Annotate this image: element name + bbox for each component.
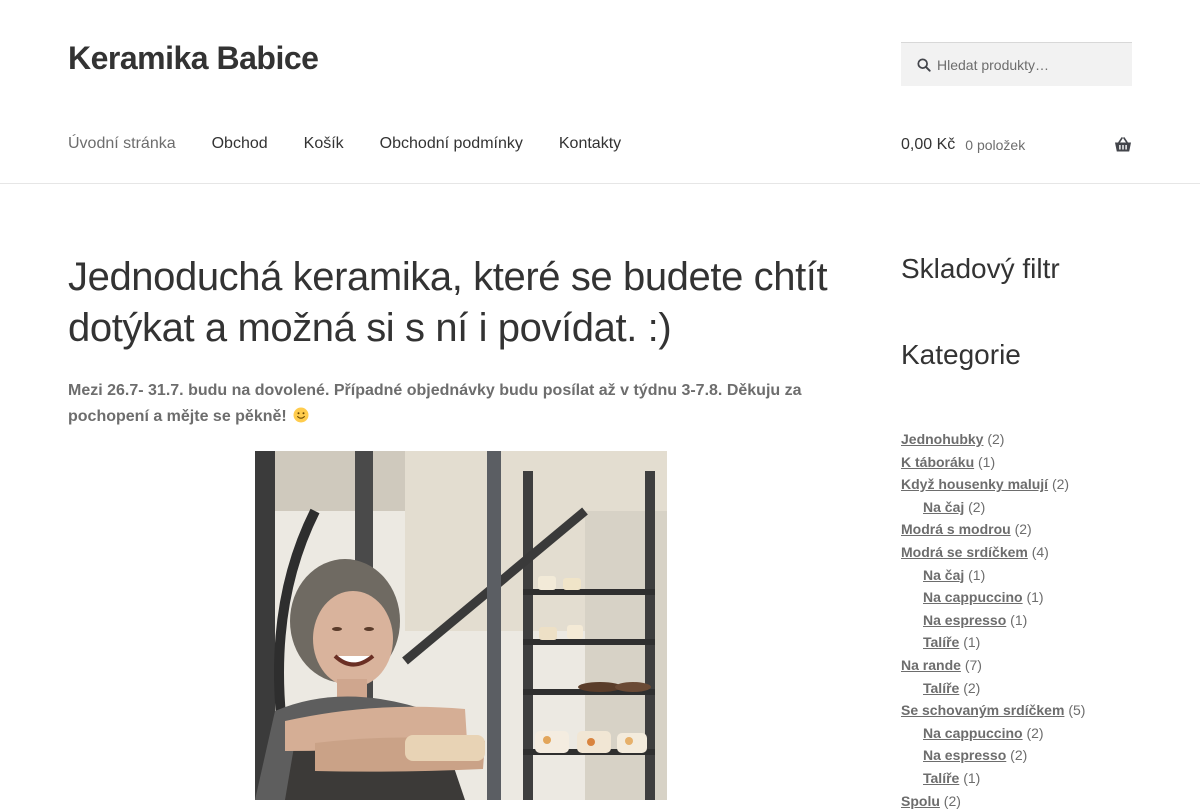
category-count: (2) bbox=[987, 431, 1004, 447]
stock-filter-title: Skladový filtr bbox=[901, 252, 1161, 286]
subcategory-item: Talíře (1) bbox=[901, 767, 1161, 790]
category-list: Jednohubky (2) K táboráku (1) Když house… bbox=[901, 428, 1161, 812]
main-navigation: Úvodní stránka Obchod Košík Obchodní pod… bbox=[68, 134, 657, 154]
basket-icon bbox=[1114, 137, 1132, 153]
search-input[interactable] bbox=[937, 57, 1127, 73]
category-item: K táboráku (1) bbox=[901, 451, 1161, 474]
category-link[interactable]: K táboráku bbox=[901, 454, 974, 470]
cart-amount: 0,00 Kč bbox=[901, 136, 955, 154]
category-count: (1) bbox=[1010, 612, 1027, 628]
header-cart[interactable]: 0,00 Kč 0 položek bbox=[901, 134, 1132, 156]
category-count: (1) bbox=[963, 770, 980, 786]
category-count: (2) bbox=[944, 793, 961, 809]
category-count: (2) bbox=[1052, 476, 1069, 492]
category-count: (2) bbox=[1026, 725, 1043, 741]
main-content: Jednoduchá keramika, které se budete cht… bbox=[68, 252, 858, 430]
subcategory-link[interactable]: Talíře bbox=[923, 680, 959, 696]
nav-item-shop[interactable]: Obchod bbox=[212, 134, 268, 154]
vacation-notice-text: Mezi 26.7- 31.7. budu na dovolené. Přípa… bbox=[68, 382, 802, 425]
vacation-notice: Mezi 26.7- 31.7. budu na dovolené. Přípa… bbox=[68, 378, 828, 430]
subcategory-item: Talíře (2) bbox=[901, 677, 1161, 700]
category-count: (5) bbox=[1068, 702, 1085, 718]
category-item: Jednohubky (2) bbox=[901, 428, 1161, 451]
category-count: (1) bbox=[963, 634, 980, 650]
subcategory-link[interactable]: Na cappuccino bbox=[923, 725, 1023, 741]
potter-photo-image bbox=[255, 451, 667, 800]
category-link[interactable]: Když housenky malují bbox=[901, 476, 1048, 492]
category-item: Spolu (2) bbox=[901, 790, 1161, 812]
category-count: (2) bbox=[963, 680, 980, 696]
category-link[interactable]: Spolu bbox=[901, 793, 940, 809]
site-title-link[interactable]: Keramika Babice bbox=[68, 40, 318, 77]
category-item: Se schovaným srdíčkem (5) bbox=[901, 699, 1161, 722]
subcategory-link[interactable]: Na espresso bbox=[923, 612, 1006, 628]
subcategory-item: Na čaj (1) bbox=[901, 564, 1161, 587]
subcategory-link[interactable]: Na espresso bbox=[923, 747, 1006, 763]
category-link[interactable]: Se schovaným srdíčkem bbox=[901, 702, 1064, 718]
cart-count: 0 položek bbox=[965, 137, 1025, 153]
subcategory-link[interactable]: Talíře bbox=[923, 634, 959, 650]
category-link[interactable]: Modrá se srdíčkem bbox=[901, 544, 1028, 560]
subcategory-item: Na čaj (2) bbox=[901, 496, 1161, 519]
subcategory-item: Talíře (1) bbox=[901, 631, 1161, 654]
subcategory-link[interactable]: Talíře bbox=[923, 770, 959, 786]
category-link[interactable]: Modrá s modrou bbox=[901, 521, 1011, 537]
nav-item-cart[interactable]: Košík bbox=[304, 134, 344, 154]
category-count: (2) bbox=[1010, 747, 1027, 763]
category-count: (1) bbox=[978, 454, 995, 470]
category-link[interactable]: Jednohubky bbox=[901, 431, 983, 447]
nav-item-home[interactable]: Úvodní stránka bbox=[68, 134, 176, 154]
subcategory-item: Na espresso (1) bbox=[901, 609, 1161, 632]
site-header: Keramika Babice Úvodní stránka Obchod Ko… bbox=[0, 0, 1200, 184]
category-link[interactable]: Na rande bbox=[901, 657, 961, 673]
search-box[interactable] bbox=[901, 42, 1132, 86]
sidebar: Skladový filtr Kategorie Jednohubky (2) … bbox=[901, 252, 1161, 812]
subcategory-item: Na cappuccino (1) bbox=[901, 586, 1161, 609]
category-count: (2) bbox=[968, 499, 985, 515]
subcategory-link[interactable]: Na čaj bbox=[923, 499, 964, 515]
category-item: Na rande (7) bbox=[901, 654, 1161, 677]
subcategory-item: Na espresso (2) bbox=[901, 744, 1161, 767]
category-item: Modrá se srdíčkem (4) bbox=[901, 541, 1161, 564]
smiley-icon bbox=[293, 407, 309, 423]
nav-item-terms[interactable]: Obchodní podmínky bbox=[380, 134, 523, 154]
category-count: (2) bbox=[1015, 521, 1032, 537]
subcategory-link[interactable]: Na čaj bbox=[923, 567, 964, 583]
category-count: (7) bbox=[965, 657, 982, 673]
category-count: (4) bbox=[1032, 544, 1049, 560]
categories-title: Kategorie bbox=[901, 338, 1161, 372]
search-icon bbox=[917, 58, 931, 72]
page-title: Jednoduchá keramika, které se budete cht… bbox=[68, 252, 858, 354]
category-count: (1) bbox=[968, 567, 985, 583]
category-count: (1) bbox=[1026, 589, 1043, 605]
category-item: Když housenky malují (2) bbox=[901, 473, 1161, 496]
nav-item-contacts[interactable]: Kontakty bbox=[559, 134, 621, 154]
subcategory-item: Na cappuccino (2) bbox=[901, 722, 1161, 745]
potter-photo bbox=[255, 451, 667, 800]
category-item: Modrá s modrou (2) bbox=[901, 518, 1161, 541]
subcategory-link[interactable]: Na cappuccino bbox=[923, 589, 1023, 605]
